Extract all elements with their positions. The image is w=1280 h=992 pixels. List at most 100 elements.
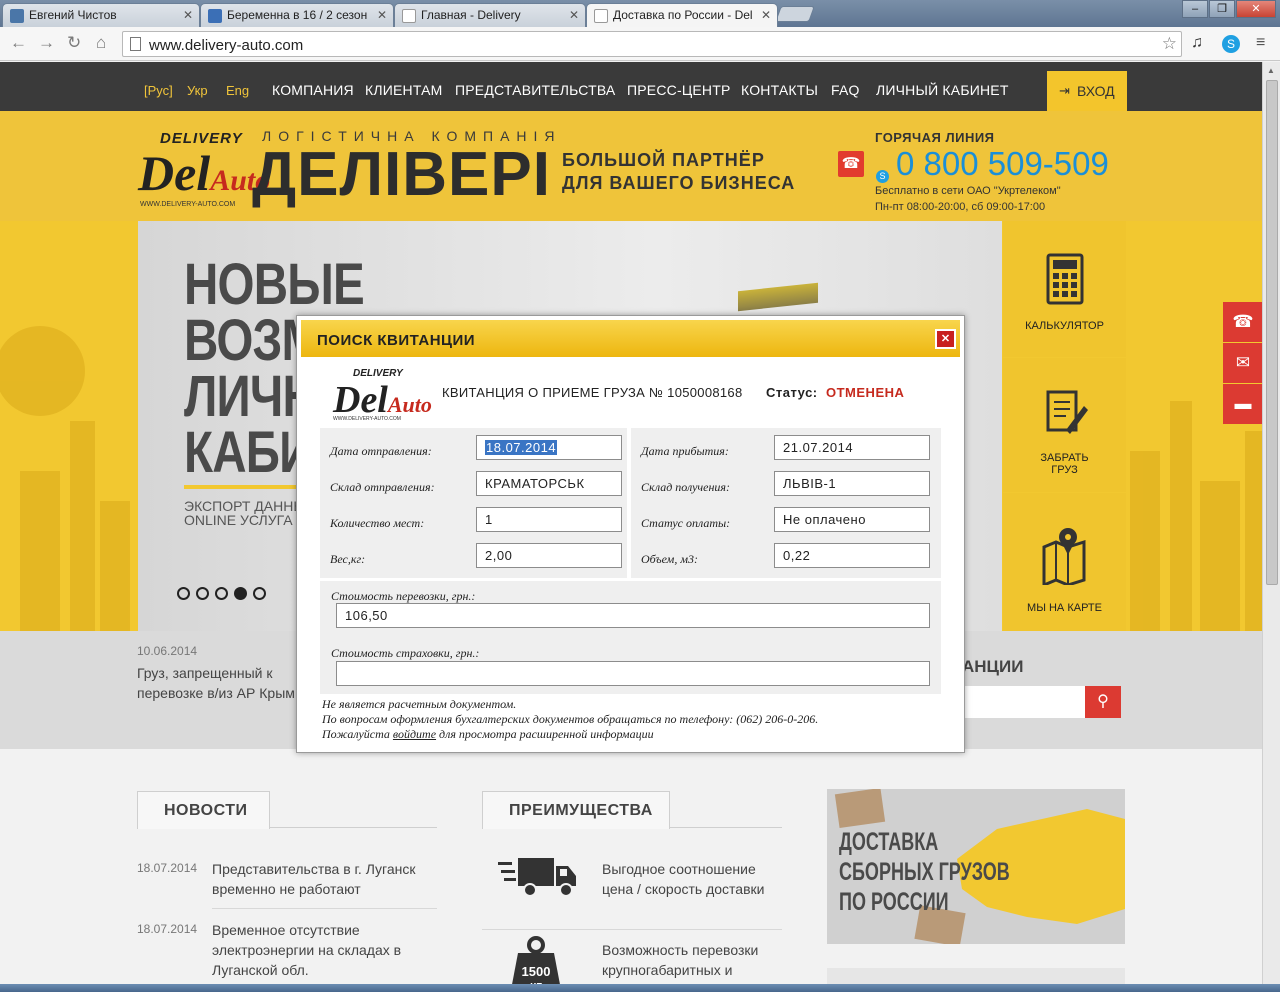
- floating-chat-button[interactable]: ▬: [1223, 384, 1263, 424]
- laptop-illustration: [738, 282, 818, 312]
- nav-clients[interactable]: КЛИЕНТАМ: [365, 82, 443, 98]
- lang-ru[interactable]: [Рус]: [144, 83, 173, 98]
- phone-icon: ☎: [838, 151, 864, 177]
- slider-dot[interactable]: [196, 587, 209, 600]
- news-item[interactable]: Временное отсутствие электроэнергии на с…: [212, 920, 432, 980]
- news-date: 18.07.2014: [137, 922, 198, 936]
- forward-icon[interactable]: →: [38, 33, 55, 53]
- mail-icon: ✉: [1235, 353, 1251, 372]
- music-extension-icon[interactable]: ♫: [1191, 34, 1203, 52]
- reload-icon[interactable]: ↻: [67, 33, 81, 53]
- restore-icon[interactable]: ❐: [1209, 0, 1235, 18]
- side-map[interactable]: МЫ НА КАРТЕ: [1003, 493, 1126, 631]
- login-link[interactable]: войдите: [393, 727, 436, 741]
- site-nav: [Рус] Укр Eng КОМПАНИЯ КЛИЕНТАМ ПРЕДСТАВ…: [0, 62, 1262, 111]
- insurance-cost-field[interactable]: [336, 661, 930, 686]
- page-icon: [402, 9, 416, 23]
- nav-offices[interactable]: ПРЕДСТАВИТЕЛЬСТВА: [455, 82, 615, 98]
- hotline-phone[interactable]: 0 800 509-509: [896, 145, 1109, 183]
- slider-dot[interactable]: [177, 587, 190, 600]
- skype-icon[interactable]: S: [876, 170, 889, 183]
- browser-tab-delivery-russia[interactable]: Доставка по России - Del ✕: [586, 3, 778, 27]
- field-label: Дата отправления:: [330, 444, 432, 458]
- skype-extension-icon[interactable]: S: [1222, 35, 1240, 53]
- nav-company[interactable]: КОМПАНИЯ: [272, 82, 354, 98]
- truck-icon: [498, 858, 576, 897]
- tab-title: Доставка по России - Del: [613, 8, 753, 22]
- departure-panel: Дата отправления: 18.07.2014 Склад отпра…: [320, 428, 627, 578]
- browser-tab-vk[interactable]: Евгений Чистов ✕: [2, 3, 200, 27]
- floating-mail-button[interactable]: ✉: [1223, 343, 1263, 383]
- news-section-tab[interactable]: НОВОСТИ: [137, 791, 270, 829]
- site-logo[interactable]: DELIVERY DelAuto WWW.DELIVERY-AUTO.COM: [138, 130, 270, 212]
- weight-field[interactable]: 2,00: [476, 543, 622, 568]
- advantage-item: Возможность перевозки крупногабаритных и: [602, 942, 759, 978]
- field-label: Статус оплаты:: [641, 516, 731, 530]
- back-icon[interactable]: ←: [10, 33, 27, 53]
- working-hours: Пн-пт 08:00-20:00, сб 09:00-17:00: [875, 201, 1046, 213]
- address-bar[interactable]: www.delivery-auto.com ☆: [122, 31, 1182, 57]
- advantage-item: Выгодное соотношение цена / скорость дос…: [602, 861, 765, 897]
- slogan: БОЛЬШОЙ ПАРТНЁР ДЛЯ ВАШЕГО БИЗНЕСА: [562, 150, 796, 193]
- login-button[interactable]: ⇥ ВХОД: [1047, 71, 1127, 111]
- russia-delivery-banner[interactable]: ДОСТАВКА СБОРНЫХ ГРУЗОВ ПО РОССИИ: [827, 789, 1125, 944]
- departure-date-field[interactable]: 18.07.2014: [476, 435, 622, 460]
- new-tab-button[interactable]: [775, 6, 815, 22]
- note-not-payment-document: Не является расчетным документом.: [322, 697, 517, 711]
- close-icon[interactable]: ✕: [569, 8, 579, 22]
- weight-value: 1500: [522, 964, 551, 979]
- minimize-icon[interactable]: –: [1182, 0, 1208, 18]
- volume-field[interactable]: 0,22: [774, 543, 930, 568]
- browser-tab-delivery-home[interactable]: Главная - Delivery ✕: [394, 3, 586, 27]
- field-label: Стоимость страховки, грн.:: [331, 646, 480, 660]
- nav-contacts[interactable]: КОНТАКТЫ: [741, 82, 818, 98]
- close-icon[interactable]: ✕: [183, 8, 193, 22]
- news-divider: [270, 827, 437, 828]
- payment-status-field[interactable]: Не оплачено: [774, 507, 930, 532]
- advantages-section-tab[interactable]: ПРЕИМУЩЕСТВА: [482, 791, 670, 829]
- ticker-text[interactable]: Груз, запрещенный к перевозке в/из АР Кр…: [137, 663, 302, 703]
- side-calculator[interactable]: КАЛЬКУЛЯТОР: [1003, 221, 1126, 357]
- status-value: ОТМЕНЕНА: [826, 385, 905, 400]
- menu-icon[interactable]: ≡: [1256, 34, 1265, 52]
- arrival-warehouse-field[interactable]: ЛЬВІВ-1: [774, 471, 930, 496]
- nav-account[interactable]: ЛИЧНЫЙ КАБИНЕТ: [876, 82, 1009, 98]
- close-icon[interactable]: ✕: [761, 8, 771, 22]
- window-close-icon[interactable]: ✕: [1236, 0, 1276, 18]
- bookmark-star-icon[interactable]: ☆: [1162, 34, 1177, 54]
- slider-dot[interactable]: [253, 587, 266, 600]
- ticker-date: 10.06.2014: [137, 644, 198, 658]
- scroll-up-icon[interactable]: ▲: [1267, 66, 1275, 75]
- slide-subtitle: ЭКСПОРТ ДАННЬ ONLINE УСЛУГА ": [184, 498, 303, 528]
- lang-en[interactable]: Eng: [226, 83, 249, 98]
- nav-faq[interactable]: FAQ: [831, 82, 860, 98]
- phone-icon: ☎: [1232, 312, 1254, 331]
- browser-toolbar: ← → ↻ ⌂ www.delivery-auto.com ☆ ♫ S ≡: [0, 27, 1280, 61]
- brand-name: ДЕЛІВЕРІ: [252, 140, 551, 209]
- status-label: Статус:: [766, 385, 818, 400]
- nav-press[interactable]: ПРЕСС-ЦЕНТР: [627, 82, 731, 98]
- floating-phone-button[interactable]: ☎: [1223, 302, 1263, 342]
- arrival-date-field[interactable]: 21.07.2014: [774, 435, 930, 460]
- news-item[interactable]: Представительства в г. Луганск временно …: [212, 859, 432, 899]
- departure-warehouse-field[interactable]: КРАМАТОРСЬК: [476, 471, 622, 496]
- side-calculator-label: КАЛЬКУЛЯТОР: [1025, 320, 1104, 332]
- receipt-search-input[interactable]: [962, 686, 1085, 718]
- arrival-panel: Дата прибытия: 21.07.2014 Склад получени…: [631, 428, 941, 578]
- slider-dot[interactable]: [215, 587, 228, 600]
- scrollbar-thumb[interactable]: [1266, 80, 1278, 585]
- shipping-cost-field[interactable]: 106,50: [336, 603, 930, 628]
- slider-dot-active[interactable]: [234, 587, 247, 600]
- page-icon: [594, 9, 608, 23]
- receipt-search-button[interactable]: ⚲: [1085, 686, 1121, 718]
- close-icon[interactable]: ✕: [377, 8, 387, 22]
- modal-close-button[interactable]: ✕: [935, 329, 956, 349]
- browser-tab-video[interactable]: Беременна в 16 / 2 сезон ✕: [200, 3, 394, 27]
- lang-ua[interactable]: Укр: [187, 83, 208, 98]
- receipt-search-modal: ПОИСК КВИТАНЦИИ ✕ DELIVERY DelAuto WWW.D…: [296, 315, 965, 753]
- places-count-field[interactable]: 1: [476, 507, 622, 532]
- modal-title: ПОИСК КВИТАНЦИИ: [317, 332, 476, 349]
- page-scrollbar[interactable]: ▲: [1262, 62, 1280, 992]
- side-pickup[interactable]: ЗАБРАТЬ ГРУЗ: [1003, 358, 1126, 492]
- home-icon[interactable]: ⌂: [96, 33, 106, 53]
